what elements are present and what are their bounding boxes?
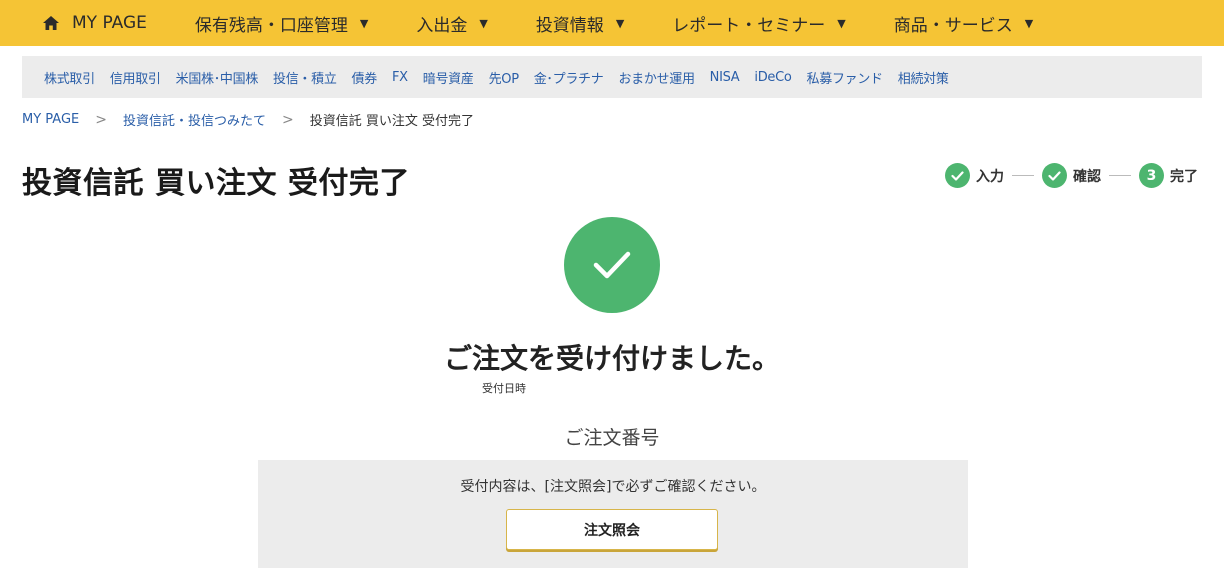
step-divider <box>1012 175 1034 176</box>
subnav-item-funds[interactable]: 投信・積立 <box>273 68 337 87</box>
subnav-item-futures-options[interactable]: 先OP <box>489 68 519 87</box>
breadcrumb: MY PAGE > 投資信託・投信つみたて > 投資信託 買い注文 受付完了 <box>22 110 474 130</box>
order-number-label: ご注文番号 <box>564 427 660 449</box>
subnav-item-us-china-stocks[interactable]: 米国株･中国株 <box>176 68 259 87</box>
success-message: ご注文を受け付けました。 <box>443 342 780 375</box>
breadcrumb-current: 投資信託 買い注文 受付完了 <box>309 114 474 129</box>
nav-label: 保有残高・口座管理 <box>194 15 348 36</box>
accepted-datetime-label: 受付日時 <box>482 382 526 395</box>
chevron-down-icon: ▼ <box>1024 16 1034 30</box>
order-inquiry-button[interactable]: 注文照会 <box>506 509 718 550</box>
check-icon <box>1042 163 1067 188</box>
nav-label: 入出金 <box>416 15 468 36</box>
nav-deposit-withdrawal[interactable]: 入出金 ▼ <box>416 11 487 36</box>
subnav-item-nisa[interactable]: NISA <box>710 70 740 85</box>
breadcrumb-separator: > <box>282 111 294 128</box>
breadcrumb-funds-link[interactable]: 投資信託・投信つみたて <box>123 110 266 129</box>
success-check-icon <box>564 217 660 313</box>
nav-label: MY PAGE <box>72 13 147 33</box>
top-nav: MY PAGE 保有残高・口座管理 ▼ 入出金 ▼ 投資情報 ▼ レポート・セミ… <box>0 0 1224 46</box>
breadcrumb-separator: > <box>95 111 107 128</box>
step-done: 3 完了 <box>1139 163 1198 188</box>
step-divider <box>1109 175 1131 176</box>
progress-steps: 入力 確認 3 完了 <box>945 163 1198 188</box>
subnav-item-stocks[interactable]: 株式取引 <box>44 68 95 87</box>
nav-label: レポート・セミナー <box>672 15 826 36</box>
subnav-item-gold-platinum[interactable]: 金･プラチナ <box>534 68 604 87</box>
step-confirm: 確認 <box>1042 163 1101 188</box>
chevron-down-icon: ▼ <box>359 16 369 30</box>
nav-investment-info[interactable]: 投資情報 ▼ <box>536 11 624 36</box>
notice-box: 受付内容は、[注文照会]で必ずご確認ください。 注文照会 <box>258 460 968 568</box>
chevron-down-icon: ▼ <box>837 16 846 30</box>
home-icon <box>42 15 60 31</box>
subnav-item-margin[interactable]: 信用取引 <box>110 68 161 87</box>
nav-label: 投資情報 <box>535 15 604 36</box>
step-label: 完了 <box>1170 168 1198 185</box>
step-input: 入力 <box>945 163 1004 188</box>
nav-label: 商品・サービス <box>893 15 1013 36</box>
button-label: 注文照会 <box>584 522 640 539</box>
subnav-item-inheritance[interactable]: 相続対策 <box>898 68 949 87</box>
nav-products-services[interactable]: 商品・サービス ▼ <box>894 11 1033 36</box>
page-title: 投資信託 買い注文 受付完了 <box>22 166 410 201</box>
subnav-item-private-fund[interactable]: 私募ファンド <box>807 68 884 87</box>
step-label: 確認 <box>1073 168 1101 185</box>
chevron-down-icon: ▼ <box>479 16 488 30</box>
subnav-item-bonds[interactable]: 債券 <box>352 68 378 87</box>
subnav-item-ideco[interactable]: iDeCo <box>754 70 791 85</box>
subnav-item-fx[interactable]: FX <box>392 70 408 85</box>
nav-reports-seminars[interactable]: レポート・セミナー ▼ <box>672 11 845 36</box>
notice-text: 受付内容は、[注文照会]で必ずご確認ください。 <box>460 479 766 495</box>
nav-holdings-account[interactable]: 保有残高・口座管理 ▼ <box>195 11 368 36</box>
breadcrumb-home-link[interactable]: MY PAGE <box>22 112 79 127</box>
subnav-item-robo-advisor[interactable]: おまかせ運用 <box>618 68 695 87</box>
nav-my-page[interactable]: MY PAGE <box>42 13 147 33</box>
subnav-item-crypto[interactable]: 暗号資産 <box>423 68 474 87</box>
check-icon <box>945 163 970 188</box>
chevron-down-icon: ▼ <box>615 16 625 30</box>
step-number: 3 <box>1139 163 1164 188</box>
sub-nav: 株式取引 信用取引 米国株･中国株 投信・積立 債券 FX 暗号資産 先OP 金… <box>22 56 1202 98</box>
step-label: 入力 <box>976 168 1004 185</box>
